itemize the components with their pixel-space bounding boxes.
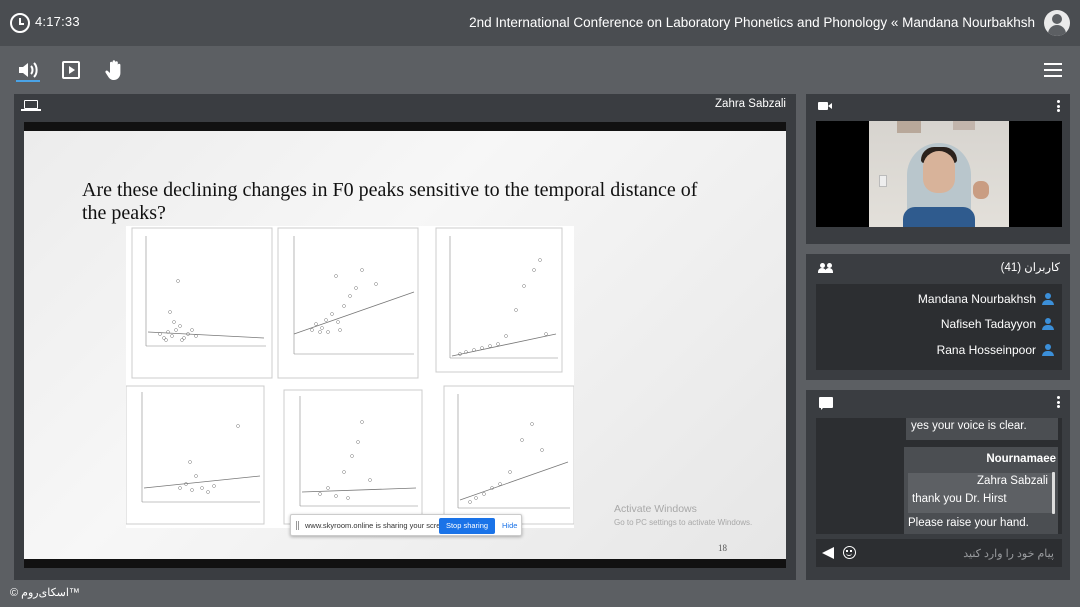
top-bar: 4:17:33 2nd International Conference on … — [0, 0, 1080, 46]
avatar-head — [1052, 14, 1062, 24]
chat-message-text: yes your voice is clear. — [911, 420, 1027, 432]
watermark-line-2: Go to PC settings to activate Windows. — [614, 518, 753, 527]
screen-share-panel: Zahra Sabzali Are these declining change… — [14, 94, 796, 580]
clock-icon — [10, 13, 30, 33]
webcam-view — [816, 121, 1062, 227]
chat-panel: yes your voice is clear. Nournamaee Zahr… — [806, 390, 1070, 580]
app-brand: © اسکای‌روم™ — [10, 587, 80, 599]
user-name: Mandana Nourbakhsh — [917, 292, 1036, 306]
drag-handle-icon[interactable] — [296, 521, 299, 530]
room-title: 2nd International Conference on Laborato… — [469, 15, 1035, 30]
wall-switch — [879, 175, 887, 187]
user-name: Nafiseh Tadayyon — [940, 317, 1036, 331]
slide: Are these declining changes in F0 peaks … — [24, 131, 786, 559]
screen-share-header: Zahra Sabzali — [14, 94, 796, 116]
slide-number: 18 — [718, 543, 727, 553]
user-list-item[interactable]: Mandana Nourbakhsh — [918, 289, 1062, 309]
speaker-shirt — [903, 207, 975, 227]
raise-hand-icon[interactable] — [102, 58, 126, 82]
users-icon — [818, 263, 834, 273]
webcam-panel — [806, 94, 1070, 244]
speaker-icon[interactable] — [16, 58, 40, 82]
wall-frame — [953, 121, 975, 130]
chat-quoted-text: thank you Dr. Hirst — [912, 493, 1007, 505]
chat-input-placeholder: پیام خود را وارد کنید — [963, 548, 1054, 560]
person-icon — [1042, 318, 1054, 330]
presenter-name: Zahra Sabzali — [715, 98, 786, 110]
users-panel-title: کاربران (41) — [1000, 262, 1060, 274]
user-list-item[interactable]: Nafiseh Tadayyon — [941, 314, 1062, 334]
video-camera-icon — [818, 102, 828, 110]
users-panel: کاربران (41) Mandana Nourbakhsh Nafiseh … — [806, 254, 1070, 380]
scatter-plots-graphic — [125, 227, 575, 525]
session-timer: 4:17:33 — [35, 14, 80, 29]
users-list: Mandana Nourbakhsh Nafiseh Tadayyon Rana… — [816, 284, 1062, 370]
avatar-body — [1048, 25, 1066, 36]
play-icon[interactable] — [59, 58, 83, 82]
speaker-hand — [973, 181, 989, 199]
user-list-item[interactable]: Rana Hosseinpoor — [937, 340, 1062, 360]
emoji-icon[interactable] — [843, 546, 856, 559]
webcam-options-icon[interactable] — [1057, 100, 1060, 112]
chat-icon — [819, 397, 833, 410]
chat-sender: Nournamaee — [986, 453, 1056, 465]
stop-sharing-button[interactable]: Stop sharing — [439, 518, 495, 534]
slide-title: Are these declining changes in F0 peaks … — [82, 179, 698, 224]
webcam-feed — [869, 121, 1009, 227]
speaker-face — [923, 151, 955, 193]
chat-message-text: Please raise your hand. — [908, 517, 1029, 529]
speaker-active-indicator — [16, 80, 40, 82]
sharing-notice: www.skyroom.online is sharing your scree… — [305, 521, 451, 530]
chat-options-icon[interactable] — [1057, 396, 1060, 408]
chat-scrollbar[interactable] — [1052, 472, 1055, 514]
screen-sharing-bar: www.skyroom.online is sharing your scree… — [290, 514, 522, 536]
chat-input-box[interactable]: پیام خود را وارد کنید — [816, 539, 1062, 567]
activate-windows-watermark: Activate Windows Go to PC settings to ac… — [614, 503, 752, 527]
toolbar — [0, 46, 1080, 92]
scatter-plots-figure — [125, 226, 575, 528]
user-name: Rana Hosseinpoor — [936, 343, 1036, 357]
hamburger-menu-icon[interactable] — [1044, 63, 1062, 77]
watermark-line-1: Activate Windows — [614, 503, 697, 515]
person-icon — [1042, 293, 1054, 305]
shared-screen: Are these declining changes in F0 peaks … — [24, 122, 786, 568]
wall-frame — [897, 121, 921, 133]
laptop-icon — [21, 100, 41, 111]
chat-quoted-sender: Zahra Sabzali — [977, 475, 1048, 487]
person-icon — [1042, 344, 1054, 356]
hide-sharing-bar-link[interactable]: Hide — [502, 521, 517, 530]
chat-log[interactable]: yes your voice is clear. Nournamaee Zahr… — [816, 418, 1062, 534]
user-avatar[interactable] — [1044, 10, 1070, 36]
send-icon[interactable] — [822, 547, 834, 559]
